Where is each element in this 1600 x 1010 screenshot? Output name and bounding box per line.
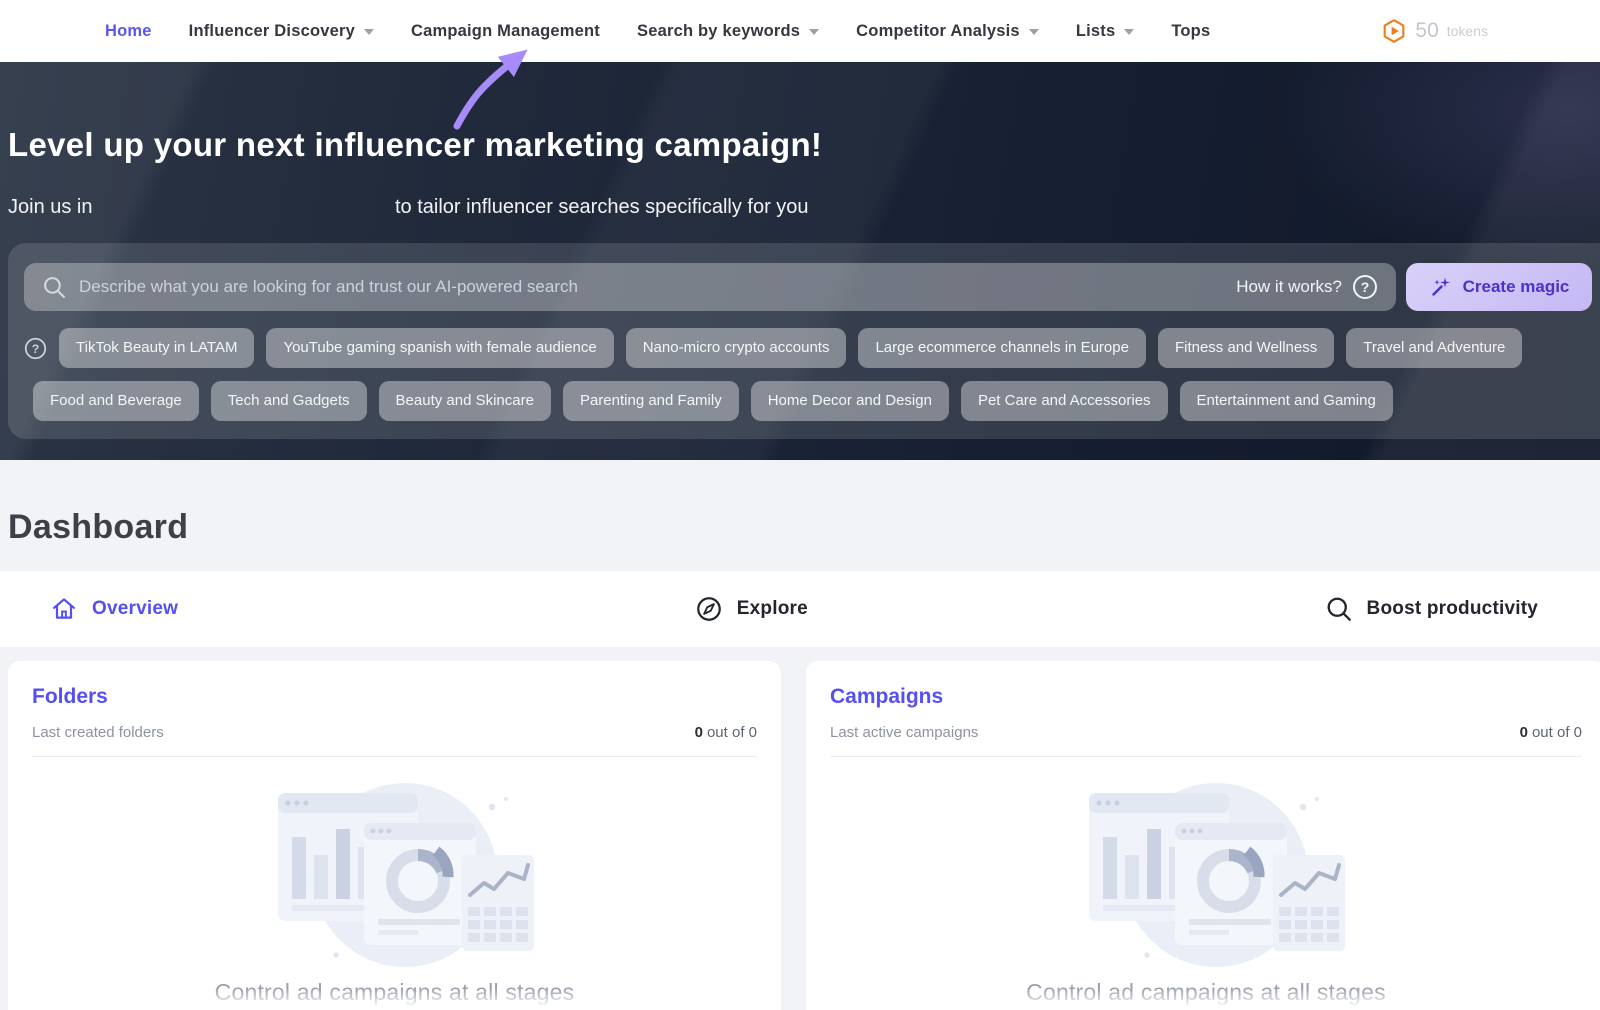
suggestion-pill[interactable]: Pet Care and Accessories	[961, 381, 1168, 421]
suggestions-help-icon[interactable]: ?	[24, 337, 47, 360]
search-icon	[1325, 595, 1353, 623]
nav-item-label: Home	[105, 22, 152, 41]
nav-item-influencer-discovery[interactable]: Influencer Discovery	[189, 22, 374, 41]
tab-label: Boost productivity	[1367, 598, 1538, 620]
campaigns-card-title[interactable]: Campaigns	[830, 685, 1582, 709]
suggestion-pill[interactable]: Fitness and Wellness	[1158, 328, 1334, 368]
home-icon	[50, 595, 78, 623]
ai-search-input[interactable]	[79, 277, 1224, 297]
hero-subline: Join us in to tailor influencer searches…	[8, 196, 1600, 221]
nav-item-label: Competitor Analysis	[856, 22, 1020, 41]
create-magic-button[interactable]: Create magic	[1406, 263, 1592, 311]
suggestion-pill[interactable]: Parenting and Family	[563, 381, 739, 421]
create-magic-label: Create magic	[1463, 277, 1570, 297]
hero-subline-suffix: to tailor influencer searches specifical…	[395, 196, 809, 219]
nav-item-label: Influencer Discovery	[189, 22, 355, 41]
chevron-down-icon	[1029, 29, 1039, 35]
how-it-works-label: How it works?	[1236, 277, 1342, 297]
compass-icon	[695, 595, 723, 623]
magic-wand-icon	[1429, 275, 1453, 299]
suggestion-pill[interactable]: Food and Beverage	[33, 381, 199, 421]
suggestion-pill[interactable]: Travel and Adventure	[1346, 328, 1522, 368]
nav-item-competitor-analysis[interactable]: Competitor Analysis	[856, 22, 1039, 41]
dashboard-cards: Folders Last created folders 0out of 0	[8, 661, 1600, 1010]
count-value: 0	[1520, 724, 1528, 741]
suggestion-pill[interactable]: Home Decor and Design	[751, 381, 949, 421]
nav-item-label: Lists	[1076, 22, 1116, 41]
count-suffix: out of 0	[707, 724, 757, 741]
hero-headline: Level up your next influencer marketing …	[8, 62, 1600, 164]
campaigns-card: Campaigns Last active campaigns 0out of …	[806, 661, 1600, 1010]
nav-item-label: Campaign Management	[411, 22, 600, 41]
top-navigation: Home Influencer Discovery Campaign Manag…	[0, 0, 1600, 62]
token-count: 50	[1415, 19, 1438, 43]
dashboard-tabbar: Overview Explore Boost productivity	[0, 571, 1600, 647]
empty-state-illustration	[240, 777, 550, 967]
svg-text:?: ?	[32, 341, 40, 355]
chevron-down-icon	[364, 29, 374, 35]
tab-label: Overview	[92, 598, 178, 620]
page-title: Dashboard	[8, 508, 1600, 547]
nav-item-tops[interactable]: Tops	[1171, 22, 1210, 41]
hero-banner: Level up your next influencer marketing …	[0, 62, 1600, 460]
tab-boost-productivity[interactable]: Boost productivity	[1325, 595, 1538, 623]
ai-search-panel: How it works? ? Create magic	[8, 243, 1600, 439]
suggestion-pill[interactable]: Tech and Gadgets	[211, 381, 367, 421]
nav-item-lists[interactable]: Lists	[1076, 22, 1135, 41]
chevron-down-icon	[809, 29, 819, 35]
folders-card-title[interactable]: Folders	[32, 685, 757, 709]
svg-text:?: ?	[1361, 279, 1370, 295]
folders-card-caption: Control ad campaigns at all stages	[32, 979, 757, 1006]
search-icon	[42, 275, 67, 300]
token-unit: tokens	[1447, 23, 1488, 39]
tab-explore[interactable]: Explore	[695, 595, 808, 623]
tab-label: Explore	[737, 598, 808, 620]
nav-item-home[interactable]: Home	[105, 22, 152, 41]
campaigns-card-subtitle: Last active campaigns	[830, 724, 978, 741]
chevron-down-icon	[1124, 29, 1134, 35]
nav-item-label: Tops	[1171, 22, 1210, 41]
suggestion-pill[interactable]: Entertainment and Gaming	[1180, 381, 1393, 421]
nav-item-label: Search by keywords	[637, 22, 800, 41]
suggestion-row-2: Food and Beverage Tech and Gadgets Beaut…	[33, 381, 1592, 421]
hero-subline-prefix: Join us in	[8, 196, 93, 218]
folders-card: Folders Last created folders 0out of 0	[8, 661, 781, 1010]
suggestion-row-1: ? TikTok Beauty in LATAM YouTube gaming …	[24, 328, 1592, 368]
ai-search-bar[interactable]: How it works? ?	[24, 263, 1396, 311]
tab-overview[interactable]: Overview	[50, 595, 178, 623]
token-icon	[1381, 18, 1407, 44]
empty-state-illustration	[1051, 777, 1361, 967]
question-circle-icon: ?	[1352, 274, 1378, 300]
suggestion-pill[interactable]: Beauty and Skincare	[379, 381, 551, 421]
tokens-balance[interactable]: 50 tokens	[1381, 18, 1488, 44]
folders-card-count: 0out of 0	[695, 724, 757, 741]
count-value: 0	[695, 724, 703, 741]
count-suffix: out of 0	[1532, 724, 1582, 741]
nav-item-search-by-keywords[interactable]: Search by keywords	[637, 22, 819, 41]
suggestion-pill[interactable]: Nano-micro crypto accounts	[626, 328, 847, 368]
how-it-works-link[interactable]: How it works? ?	[1236, 274, 1378, 300]
suggestion-pill[interactable]: YouTube gaming spanish with female audie…	[266, 328, 613, 368]
campaigns-card-count: 0out of 0	[1520, 724, 1582, 741]
campaigns-card-caption: Control ad campaigns at all stages	[830, 979, 1582, 1006]
folders-card-subtitle: Last created folders	[32, 724, 164, 741]
nav-item-campaign-management[interactable]: Campaign Management	[411, 22, 600, 41]
suggestion-pill[interactable]: Large ecommerce channels in Europe	[858, 328, 1145, 368]
suggestion-pill[interactable]: TikTok Beauty in LATAM	[59, 328, 254, 368]
